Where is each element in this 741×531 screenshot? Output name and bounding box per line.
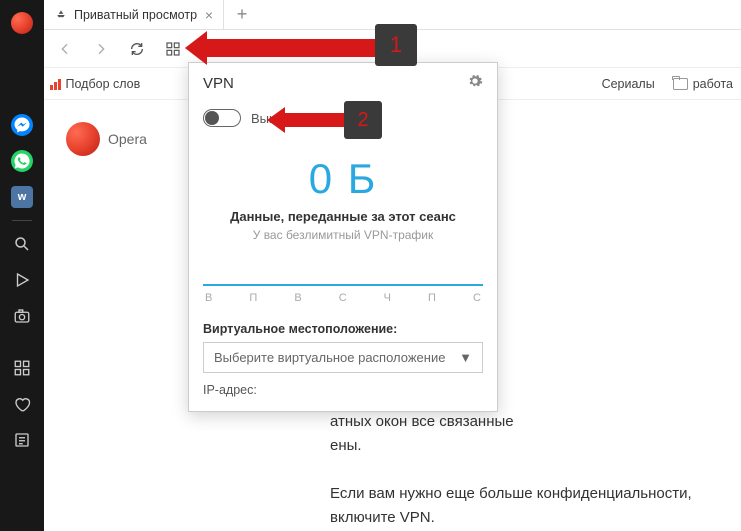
opera-logo-icon xyxy=(66,122,100,156)
bookmark-item-serials[interactable]: Сериалы xyxy=(602,77,655,91)
chevron-down-icon: ▼ xyxy=(459,350,472,365)
vpn-data-amount: 0 Б xyxy=(189,155,497,203)
vpn-status: Выкл. xyxy=(251,111,286,126)
messenger-icon[interactable] xyxy=(7,110,37,140)
vpn-badge[interactable]: VPN xyxy=(200,41,234,57)
vk-icon[interactable]: w xyxy=(7,182,37,212)
annotation-1: 1 xyxy=(375,24,417,66)
reload-button[interactable] xyxy=(122,34,152,64)
heart-icon[interactable] xyxy=(7,389,37,419)
tab-bar: Приватный просмотр × + xyxy=(0,0,741,30)
forward-button[interactable] xyxy=(86,34,116,64)
wordstat-icon xyxy=(50,78,61,90)
bookmark-label: Подбор слов xyxy=(66,77,141,91)
news-icon[interactable] xyxy=(7,425,37,455)
play-icon[interactable] xyxy=(7,265,37,295)
opera-brand: Opera xyxy=(66,122,147,156)
bookmark-label: Сериалы xyxy=(602,77,655,91)
vpn-data-sub: У вас безлимитный VPN-трафик xyxy=(189,228,497,242)
sidebar-separator xyxy=(12,220,32,221)
vpn-ip-label: IP-адрес: xyxy=(189,373,497,397)
vpn-location-select[interactable]: Выберите виртуальное расположение ▼ xyxy=(203,342,483,373)
speed-dial-button[interactable] xyxy=(158,34,188,64)
opera-brand-text: Opera xyxy=(108,131,147,147)
vpn-popup: VPN Выкл. 0 Б Данные, переданные за этот… xyxy=(188,62,498,412)
vpn-popup-title: VPN xyxy=(203,75,234,92)
camera-icon[interactable] xyxy=(7,301,37,331)
tab-private[interactable]: Приватный просмотр × xyxy=(44,0,224,29)
vpn-select-placeholder: Выберите виртуальное расположение xyxy=(214,350,445,365)
bookmark-label: работа xyxy=(693,77,733,91)
incognito-icon xyxy=(54,8,68,22)
vpn-data-label: Данные, переданные за этот сеанс xyxy=(189,209,497,224)
folder-icon xyxy=(673,78,688,90)
vpn-graph xyxy=(203,260,483,286)
gear-icon[interactable] xyxy=(467,73,483,93)
annotation-2: 2 xyxy=(344,101,382,139)
sidebar: w xyxy=(0,0,44,531)
bookmark-item-1[interactable]: Подбор слов xyxy=(50,77,140,91)
new-tab-button[interactable]: + xyxy=(224,0,260,29)
speed-dial-icon[interactable] xyxy=(7,353,37,383)
vpn-location-label: Виртуальное местоположение: xyxy=(189,304,497,342)
vpn-days: В П В С Ч П С xyxy=(205,292,481,304)
search-icon[interactable] xyxy=(7,229,37,259)
whatsapp-icon[interactable] xyxy=(7,146,37,176)
private-body: атных окон все связанные ены. Если вам н… xyxy=(330,410,710,530)
tab-title: Приватный просмотр xyxy=(74,8,197,22)
close-icon[interactable]: × xyxy=(205,7,213,23)
bookmark-folder-work[interactable]: работа xyxy=(673,77,733,91)
address-bar-placeholder[interactable]: или веб-адрес xyxy=(270,41,357,56)
opera-menu[interactable] xyxy=(7,8,37,38)
vpn-toggle[interactable] xyxy=(203,109,241,127)
back-button[interactable] xyxy=(50,34,80,64)
